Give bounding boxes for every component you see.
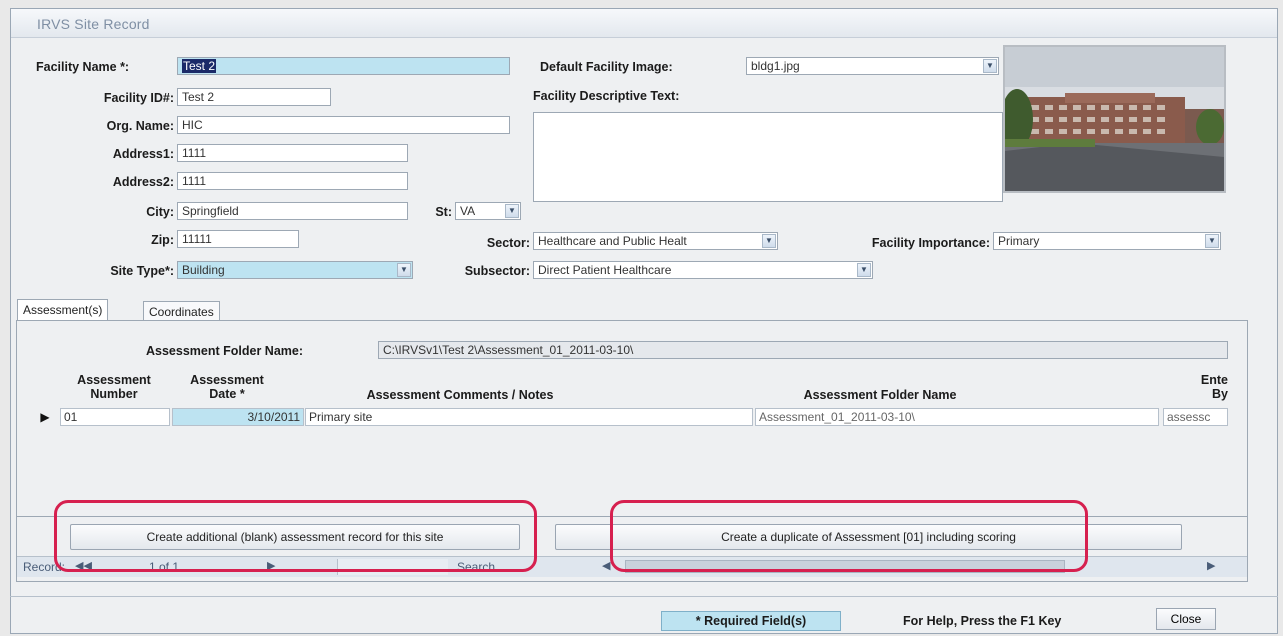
highlight-ring-create-blank xyxy=(54,500,537,572)
default-image-label: Default Facility Image: xyxy=(540,60,673,74)
importance-label: Facility Importance: xyxy=(871,236,990,250)
chevron-down-icon[interactable]: ▼ xyxy=(397,263,411,277)
address1-label: Address1: xyxy=(112,147,174,161)
sector-label: Sector: xyxy=(486,236,530,250)
help-text: For Help, Press the F1 Key xyxy=(903,614,1062,628)
city-label: City: xyxy=(146,205,174,219)
column-header-number: Assessment Number xyxy=(77,373,151,401)
state-select[interactable]: VA ▼ xyxy=(455,202,521,220)
chevron-down-icon[interactable]: ▼ xyxy=(983,59,997,73)
footer-divider xyxy=(10,596,1278,597)
address2-field[interactable]: 1111 xyxy=(177,172,408,190)
title-bar: IRVS Site Record xyxy=(11,9,1277,38)
column-header-comments: Assessment Comments / Notes xyxy=(366,388,554,402)
column-header-date: Assessment Date * xyxy=(190,373,264,401)
assessment-comments-cell[interactable]: Primary site xyxy=(305,408,753,426)
column-header-folder: Assessment Folder Name xyxy=(803,388,957,402)
descriptive-text-label: Facility Descriptive Text: xyxy=(533,89,680,103)
chevron-down-icon[interactable]: ▼ xyxy=(1205,234,1219,248)
city-field[interactable]: Springfield xyxy=(177,202,408,220)
facility-image xyxy=(1003,45,1226,193)
assessment-date-cell[interactable]: 3/10/2011 xyxy=(172,408,304,426)
assessment-folder-name-field[interactable]: C:\IRVSv1\Test 2\Assessment_01_2011-03-1… xyxy=(378,341,1228,359)
sector-select[interactable]: Healthcare and Public Healt ▼ xyxy=(533,232,778,250)
zip-field[interactable]: 11111 xyxy=(177,230,299,248)
tab-assessments[interactable]: Assessment(s) xyxy=(17,299,109,321)
scroll-right-icon[interactable]: ▶ xyxy=(1207,559,1215,572)
descriptive-text-area[interactable] xyxy=(533,112,1003,202)
assessment-folder-cell[interactable]: Assessment_01_2011-03-10\ xyxy=(755,408,1159,426)
zip-label: Zip: xyxy=(151,233,174,247)
facility-id-field[interactable]: Test 2 xyxy=(177,88,331,106)
window-title: IRVS Site Record xyxy=(37,16,150,32)
assessment-number-cell[interactable]: 01 xyxy=(60,408,170,426)
column-header-entered-by: Ente By xyxy=(1200,373,1228,401)
chevron-down-icon[interactable]: ▼ xyxy=(762,234,776,248)
site-type-select[interactable]: Building ▼ xyxy=(177,261,413,279)
subsector-select[interactable]: Direct Patient Healthcare ▼ xyxy=(533,261,873,279)
default-image-select[interactable]: bldg1.jpg ▼ xyxy=(746,57,999,75)
facility-id-label: Facility ID#: xyxy=(103,91,174,105)
assessment-entered-by-cell[interactable]: assessc xyxy=(1163,408,1228,426)
building-photo-icon xyxy=(1005,47,1224,191)
highlight-ring-duplicate xyxy=(610,500,1088,572)
assessment-folder-name-label: Assessment Folder Name: xyxy=(146,344,304,358)
site-type-label: Site Type*: xyxy=(110,264,174,278)
chevron-down-icon[interactable]: ▼ xyxy=(505,204,519,218)
facility-name-field[interactable]: Test 2 xyxy=(177,57,510,75)
address2-label: Address2: xyxy=(112,175,174,189)
org-name-label: Org. Name: xyxy=(106,119,174,133)
subsector-label: Subsector: xyxy=(464,264,530,278)
scroll-left-icon[interactable]: ◀ xyxy=(602,559,610,572)
record-selector-icon[interactable]: ▶ xyxy=(35,408,55,426)
close-button[interactable]: Close xyxy=(1156,608,1216,630)
state-label: St: xyxy=(435,205,452,219)
tab-coordinates[interactable]: Coordinates xyxy=(143,301,220,321)
required-fields-note: * Required Field(s) xyxy=(661,611,841,631)
chevron-down-icon[interactable]: ▼ xyxy=(857,263,871,277)
facility-name-label: Facility Name *: xyxy=(36,60,130,74)
importance-select[interactable]: Primary ▼ xyxy=(993,232,1221,250)
address1-field[interactable]: 1111 xyxy=(177,144,408,162)
org-name-field[interactable]: HIC xyxy=(177,116,510,134)
